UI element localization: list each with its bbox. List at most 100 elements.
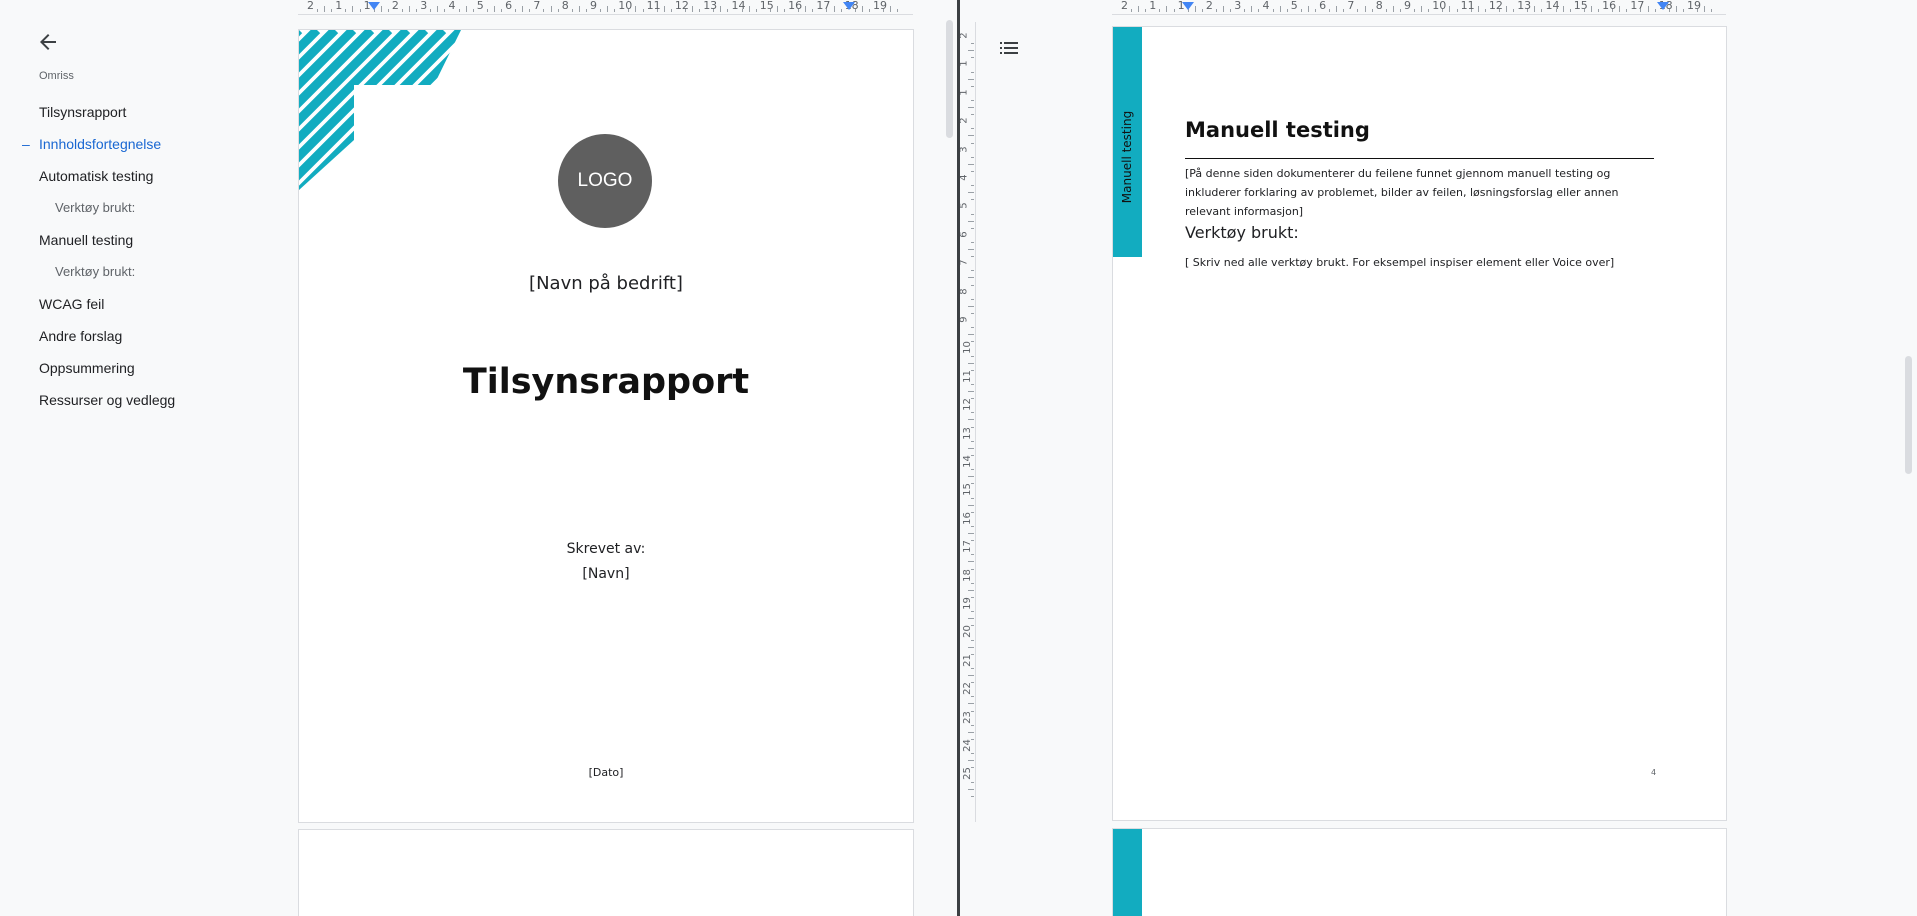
ruler-label: 14: [731, 0, 746, 12]
written-by-label: Skrevet av:: [566, 541, 646, 557]
company-name: [Navn på bedrift]: [529, 273, 683, 294]
ruler-label: 17: [816, 0, 831, 12]
ruler-tick: [971, 241, 974, 243]
ruler-label: 19: [961, 597, 973, 610]
outline-item[interactable]: Manuell testing: [39, 232, 133, 248]
ruler-tick: [971, 170, 974, 172]
ruler-tick: [1223, 6, 1225, 12]
ruler-tick: [897, 9, 899, 12]
ruler-tick: [352, 6, 354, 12]
ruler-label: 14: [961, 455, 973, 468]
ruler-label: 10: [961, 341, 973, 355]
ruler-label: 2: [307, 0, 314, 12]
vertical-scrollbar[interactable]: [946, 20, 953, 138]
ruler-tick: [971, 128, 974, 130]
ruler-tick: [971, 611, 974, 613]
ruler-tick: [1569, 9, 1571, 12]
vertical-scrollbar[interactable]: [1905, 356, 1912, 474]
ruler-tick: [1173, 9, 1175, 12]
side-tab: [1113, 829, 1142, 916]
ruler-label: 9: [1404, 0, 1411, 12]
cover-page[interactable]: LOGO [Navn på bedrift] Tilsynsrapport Sk…: [298, 29, 914, 823]
outline-item[interactable]: WCAG feil: [39, 296, 104, 312]
ruler-label: 4: [960, 174, 970, 180]
ruler-tick: [971, 114, 974, 116]
outline-item[interactable]: Verktøy brukt:: [55, 264, 135, 279]
ruler-label: 2: [1205, 0, 1213, 12]
ruler-label: 2: [1121, 0, 1128, 12]
indent-marker[interactable]: [368, 2, 380, 10]
outline-item[interactable]: Verktøy brukt:: [55, 200, 135, 215]
ruler-tick: [1555, 9, 1557, 12]
ruler-tick: [1590, 6, 1592, 12]
ruler-tick: [968, 50, 974, 52]
ruler-tick: [968, 277, 974, 279]
ruler-label: 7: [1347, 0, 1355, 12]
ruler-label: 7: [960, 260, 970, 266]
horizontal-ruler[interactable]: 2 1 1 2 3 4 5 6 7 8 9 10 11 12 13 14 15 16 17 18 19: [1112, 0, 1726, 15]
ruler-tick: [968, 391, 974, 392]
ruler-tick: [971, 227, 974, 229]
ruler-tick: [543, 9, 545, 12]
ruler-tick: [324, 6, 326, 12]
horizontal-ruler[interactable]: 2 1 1 2 3 4 5 6 7 8 9 10 11 12 13 14 15 16 17 18 19: [298, 0, 913, 15]
ruler-tick: [1201, 9, 1203, 12]
author-name: [Navn]: [582, 566, 630, 582]
outline-item[interactable]: Andre forslag: [39, 328, 122, 344]
outline-item[interactable]: Tilsynsrapport: [39, 104, 126, 120]
ruler-tick: [968, 334, 974, 336]
ruler-tick: [971, 213, 974, 215]
ruler-tick: [515, 9, 517, 12]
ruler-tick: [1498, 9, 1500, 12]
vertical-ruler[interactable]: 2112345678910111213141516171819202122232…: [960, 22, 976, 822]
ruler-tick: [968, 78, 974, 80]
ruler-tick: [971, 85, 974, 87]
ruler-label: 18: [961, 568, 973, 582]
indent-marker[interactable]: [843, 2, 855, 10]
ruler-tick: [805, 6, 807, 12]
ruler-label: 16: [788, 0, 803, 12]
outline-toggle-button[interactable]: [997, 36, 1021, 60]
ruler-tick: [1385, 9, 1387, 12]
ruler-tick: [465, 6, 467, 12]
active-outline-marker: –: [22, 136, 30, 152]
ruler-tick: [968, 618, 974, 620]
ruler-tick: [968, 220, 974, 222]
side-tab: Manuell testing: [1113, 27, 1142, 257]
manual-testing-page[interactable]: Manuell testing Manuell testing [På denn…: [1112, 26, 1727, 821]
ruler-tick: [401, 9, 403, 12]
outline-item[interactable]: Automatisk testing: [39, 168, 153, 184]
ruler-label: 23: [961, 710, 973, 724]
next-page[interactable]: [1112, 828, 1727, 916]
ruler-tick: [1640, 9, 1642, 12]
ruler-tick: [968, 163, 974, 165]
ruler-tick: [971, 639, 974, 641]
ruler-label: 19: [873, 0, 887, 12]
indent-marker[interactable]: [1182, 2, 1194, 10]
ruler-label: 2: [391, 0, 399, 12]
ruler-label: 3: [420, 0, 428, 12]
ruler-label: 17: [961, 540, 973, 554]
ruler-tick: [968, 419, 974, 421]
next-page[interactable]: [298, 829, 914, 916]
ruler-label: 10: [1432, 0, 1447, 12]
right-document-pane: 2112345678910111213141516171819 21123456…: [960, 0, 1917, 916]
outline-item[interactable]: Oppsummering: [39, 360, 135, 376]
indent-marker[interactable]: [1657, 2, 1669, 10]
ruler-tick: [472, 9, 474, 12]
ruler-tick: [727, 9, 729, 12]
ruler-label: 14: [1545, 0, 1560, 12]
outline-item[interactable]: Ressurser og vedlegg: [39, 392, 175, 408]
ruler-tick: [971, 781, 974, 783]
ruler-tick: [1272, 9, 1274, 12]
ruler-label: 10: [618, 0, 633, 12]
ruler-tick: [868, 9, 870, 12]
ruler-label: 2: [960, 118, 970, 124]
ruler-tick: [1421, 6, 1423, 12]
back-button[interactable]: [36, 30, 60, 54]
ruler-label: 8: [960, 288, 970, 294]
ruler-tick: [486, 9, 488, 12]
ruler-tick: [331, 9, 333, 12]
ruler-label: 12: [674, 0, 689, 12]
outline-item[interactable]: Innholdsfortegnelse: [39, 136, 161, 152]
